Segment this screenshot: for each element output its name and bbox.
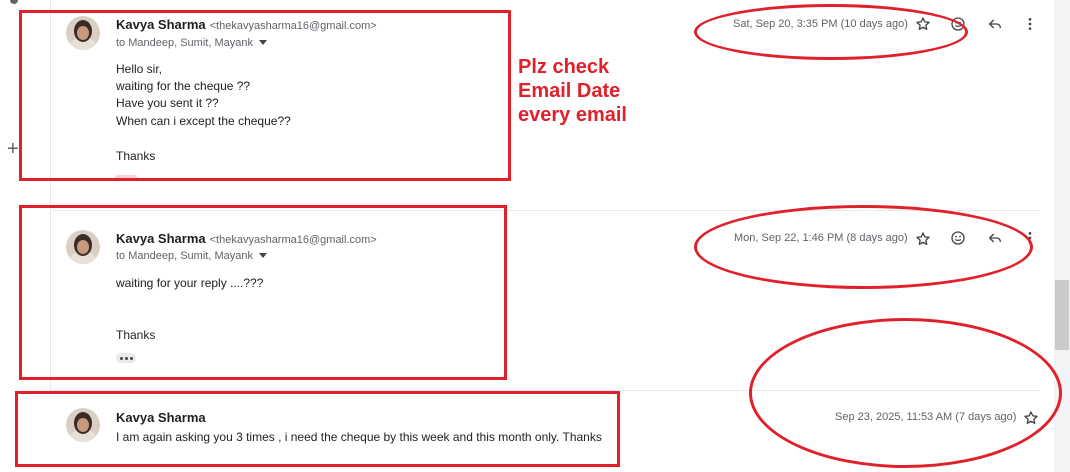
highlight-oval <box>694 205 1033 289</box>
more-vert-icon[interactable] <box>1020 14 1040 34</box>
annotation-line: Plz check <box>518 56 610 78</box>
scrollbar-thumb[interactable] <box>1055 280 1069 350</box>
annotation-line: every email <box>518 104 627 126</box>
email-thread: + Kavya Sharma <thekavyasharma16@gmail.co… <box>0 0 1070 472</box>
highlight-oval <box>694 4 968 60</box>
expand-plus-icon[interactable]: + <box>7 139 19 159</box>
highlight-oval <box>749 318 1062 468</box>
highlight-box <box>19 205 507 380</box>
reply-icon[interactable] <box>985 14 1005 34</box>
thread-dot-icon <box>10 0 18 4</box>
highlight-box <box>19 10 511 181</box>
annotation-line: Email Date <box>518 80 621 102</box>
highlight-box <box>15 391 620 467</box>
annotation-note: Plz check Email Date every email <box>518 55 627 127</box>
